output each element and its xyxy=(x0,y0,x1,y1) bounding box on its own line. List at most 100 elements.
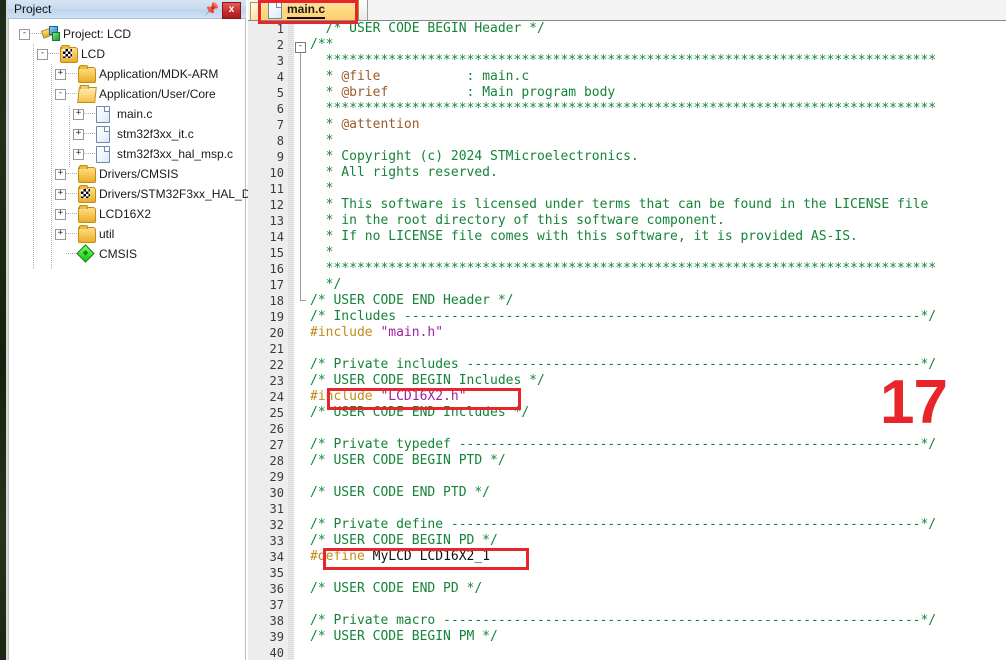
expand-toggle-icon[interactable]: + xyxy=(73,149,84,160)
tree-item-lcd[interactable]: - LCD xyxy=(9,44,245,64)
line-text: * If no LICENSE file comes with this sof… xyxy=(310,229,858,245)
code-line[interactable]: 1 /* USER CODE BEGIN Header */ xyxy=(248,21,1006,37)
code-line[interactable]: 11 * xyxy=(248,181,1006,197)
code-token: /* Private includes --------------------… xyxy=(310,357,937,372)
code-line[interactable]: 37 xyxy=(248,597,1006,613)
line-number: 18 xyxy=(269,294,284,308)
code-line[interactable]: 38 /* Private macro ---------------------… xyxy=(248,613,1006,629)
line-text: * This software is licensed under terms … xyxy=(310,197,929,213)
code-token: * If no LICENSE file comes with this sof… xyxy=(310,229,858,244)
close-icon[interactable]: x xyxy=(222,2,241,19)
code-line[interactable]: 8 * xyxy=(248,133,1006,149)
code-token: #define xyxy=(310,549,373,564)
code-line[interactable]: 5 * @brief : Main program body xyxy=(248,85,1006,101)
tree-item-drivers-cmsis[interactable]: + Drivers/CMSIS xyxy=(9,164,245,184)
tree-item-cmsis[interactable]: CMSIS xyxy=(9,244,245,264)
tree-item-label: stm32f3xx_it.c xyxy=(117,127,194,141)
annotation-step-number: 17 xyxy=(880,368,948,437)
code-line[interactable]: 9 * Copyright (c) 2024 STMicroelectronic… xyxy=(248,149,1006,165)
tree-item-label: Application/User/Core xyxy=(99,87,216,101)
tree-item-lcd16x2[interactable]: + LCD16X2 xyxy=(9,204,245,224)
line-number: 7 xyxy=(276,118,284,132)
code-token: "LCD16X2.h" xyxy=(380,389,467,404)
collapse-toggle-icon[interactable]: - xyxy=(55,89,66,100)
code-line[interactable]: 17 */ xyxy=(248,277,1006,293)
line-number: 8 xyxy=(276,134,284,148)
code-token: /* Private typedef ---------------------… xyxy=(310,437,937,452)
expand-toggle-icon[interactable]: + xyxy=(55,169,66,180)
tree-item-stm32f3xx-hal-msp-c[interactable]: + stm32f3xx_hal_msp.c xyxy=(9,144,245,164)
code-line[interactable]: 32 /* Private define --------------------… xyxy=(248,517,1006,533)
code-line[interactable]: 2 /** xyxy=(248,37,1006,53)
line-text: /* Includes ----------------------------… xyxy=(310,309,936,325)
tree-item-util[interactable]: + util xyxy=(9,224,245,244)
code-line[interactable]: 28 /* USER CODE BEGIN PTD */ xyxy=(248,453,1006,469)
expand-toggle-icon[interactable]: + xyxy=(55,209,66,220)
code-line[interactable]: 33 /* USER CODE BEGIN PD */ xyxy=(248,533,1006,549)
code-line[interactable]: 15 * xyxy=(248,245,1006,261)
line-number: 33 xyxy=(269,534,284,548)
tree-connector xyxy=(30,33,42,34)
tree-item-application-user-core[interactable]: - Application/User/Core xyxy=(9,84,245,104)
pin-icon[interactable]: 📌 xyxy=(204,2,219,16)
tree-guide-line xyxy=(51,64,52,269)
code-token: MyLCD LCD16X2_1 xyxy=(372,549,491,564)
collapse-toggle-icon[interactable]: - xyxy=(37,49,48,60)
code-line[interactable]: 39 /* USER CODE BEGIN PM */ xyxy=(248,629,1006,645)
code-line[interactable]: 18 /* USER CODE END Header */ xyxy=(248,293,1006,309)
code-line[interactable]: 6 **************************************… xyxy=(248,101,1006,117)
line-number: 3 xyxy=(276,54,284,68)
code-token: * in the root directory of this software… xyxy=(310,213,725,228)
line-text: /* USER CODE BEGIN PD */ xyxy=(310,533,498,549)
code-line[interactable]: 12 * This software is licensed under ter… xyxy=(248,197,1006,213)
expand-toggle-icon[interactable]: + xyxy=(73,109,84,120)
line-text: /* Private macro -----------------------… xyxy=(310,613,936,629)
code-line[interactable]: 16 *************************************… xyxy=(248,261,1006,277)
code-line[interactable]: 40 xyxy=(248,645,1006,661)
tree-item-label: LCD16X2 xyxy=(99,207,152,221)
line-number: 22 xyxy=(269,358,284,372)
code-token: * xyxy=(310,117,342,132)
tree-connector xyxy=(84,133,96,134)
tree-item-stm32f3xx-it-c[interactable]: + stm32f3xx_it.c xyxy=(9,124,245,144)
code-token: ****************************************… xyxy=(310,101,937,116)
tree-item-application-mdk-arm[interactable]: + Application/MDK-ARM xyxy=(9,64,245,84)
code-line[interactable]: 13 * in the root directory of this softw… xyxy=(248,213,1006,229)
code-area[interactable]: - 1 /* USER CODE BEGIN Header */2/** 3 **… xyxy=(248,21,1006,660)
line-number: 38 xyxy=(269,614,284,628)
code-token: #include xyxy=(310,325,381,340)
expand-toggle-icon[interactable]: + xyxy=(55,69,66,80)
code-line[interactable]: 21 xyxy=(248,341,1006,357)
tree-item-drivers-stm32f3xx-hal-driv[interactable]: + Drivers/STM32F3xx_HAL_Driv xyxy=(9,184,263,204)
target-flag-folder-icon xyxy=(60,45,78,63)
project-panel-titlebar: Project 📌 x xyxy=(8,0,246,19)
code-line[interactable]: 30 /* USER CODE END PTD */ xyxy=(248,485,1006,501)
code-line[interactable]: 36 /* USER CODE END PD */ xyxy=(248,581,1006,597)
tree-item-project-lcd[interactable]: - Project: LCD xyxy=(9,24,245,44)
tab-main-c[interactable]: main.c xyxy=(262,0,359,20)
code-token: * xyxy=(310,69,342,84)
expand-toggle-icon[interactable]: + xyxy=(55,189,66,200)
code-line[interactable]: 29 xyxy=(248,469,1006,485)
code-line[interactable]: 7 * @attention xyxy=(248,117,1006,133)
code-line[interactable]: 34 #define MyLCD LCD16X2_1 xyxy=(248,549,1006,565)
code-token: /* USER CODE BEGIN Includes */ xyxy=(310,373,545,388)
folder-icon xyxy=(78,65,96,83)
code-line[interactable]: 31 xyxy=(248,501,1006,517)
code-token: * Copyright (c) 2024 STMicroelectronics. xyxy=(310,149,639,164)
code-line[interactable]: 19 /* Includes --------------------------… xyxy=(248,309,1006,325)
expand-toggle-icon[interactable]: + xyxy=(73,129,84,140)
expand-toggle-icon[interactable]: + xyxy=(55,229,66,240)
line-text: #define MyLCD LCD16X2_1 xyxy=(310,549,490,565)
code-line[interactable]: 35 xyxy=(248,565,1006,581)
line-text: /* Private includes --------------------… xyxy=(310,357,936,373)
tree-item-main-c[interactable]: + main.c xyxy=(9,104,245,124)
code-line[interactable]: 27 /* Private typedef -------------------… xyxy=(248,437,1006,453)
collapse-toggle-icon[interactable]: - xyxy=(19,29,30,40)
code-line[interactable]: 10 * All rights reserved. xyxy=(248,165,1006,181)
line-text: /* Private typedef ---------------------… xyxy=(310,437,936,453)
code-line[interactable]: 14 * If no LICENSE file comes with this … xyxy=(248,229,1006,245)
code-line[interactable]: 3 **************************************… xyxy=(248,53,1006,69)
code-line[interactable]: 4 * @file : main.c xyxy=(248,69,1006,85)
code-line[interactable]: 20 #include "main.h" xyxy=(248,325,1006,341)
